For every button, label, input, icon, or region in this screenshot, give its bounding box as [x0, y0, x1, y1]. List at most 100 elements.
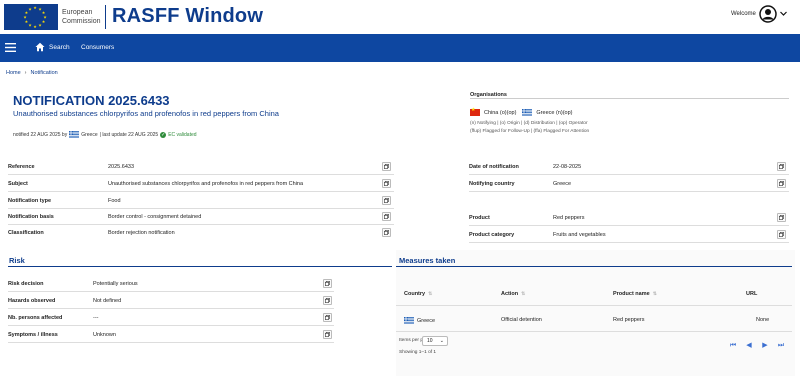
copy-button[interactable]: [382, 228, 391, 237]
copy-icon: [779, 164, 784, 169]
field-row-reference: Reference 2025.6433: [8, 159, 394, 175]
meta-update: | last update 22 AUG 2025: [99, 131, 159, 138]
country-value: Greece: [417, 317, 436, 324]
chevron-right-icon: ›: [24, 70, 27, 76]
field-value: Red peppers: [553, 214, 585, 221]
sort-icon: ⇅: [652, 290, 657, 297]
app-root: ★ ★ ★ ★ ★ ★ ★ ★ ★ ★ ★ ★ European Commission RASF…: [0, 0, 800, 376]
svg-text:★: ★: [33, 24, 37, 29]
column-header-label: URL: [746, 291, 758, 297]
copy-icon: [384, 181, 389, 186]
org-line1: European: [62, 9, 93, 16]
greece-flag-icon: [404, 317, 414, 324]
copy-button[interactable]: [382, 162, 391, 171]
column-header-action[interactable]: Action ⇅: [501, 291, 527, 297]
measures-section-title: Measures taken: [399, 256, 456, 265]
organisations-legend-flags: (ffup) Flagged for Follow-Up | (ffa) Fla…: [470, 129, 590, 134]
field-value: 22-08-2025: [553, 163, 582, 170]
table-cell-country: Greece: [404, 317, 435, 324]
sort-icon: ⇅: [521, 290, 526, 297]
nav-search-link[interactable]: Search: [49, 44, 70, 51]
field-label: Notification type: [8, 197, 52, 204]
field-row-subject: Subject Unauthorised substances chlorpyr…: [8, 176, 394, 192]
risk-row-symptoms: Symptoms / illness Unknown: [8, 327, 334, 343]
measures-panel: [396, 250, 795, 376]
column-header-country[interactable]: Country ⇅: [404, 291, 434, 297]
menu-icon[interactable]: [5, 43, 16, 52]
copy-icon: [384, 230, 389, 235]
field-label: Notifying country: [469, 180, 515, 187]
svg-text:★: ★: [38, 23, 42, 28]
first-page-icon[interactable]: ⏮: [729, 342, 737, 350]
copy-icon: [779, 215, 784, 220]
svg-text:★: ★: [28, 6, 32, 11]
column-header-product-name[interactable]: Product name ⇅: [613, 291, 659, 297]
field-row-notification-type: Notification type Food: [8, 193, 394, 209]
field-value: Greece: [553, 180, 572, 187]
copy-icon: [325, 315, 330, 320]
table-cell-product: Red peppers: [613, 317, 645, 323]
next-page-icon[interactable]: ▶: [761, 342, 769, 350]
copy-button[interactable]: [323, 313, 332, 322]
breadcrumb-home[interactable]: Home: [6, 70, 21, 76]
organisations-divider: [470, 98, 789, 99]
measures-section-divider: [396, 266, 792, 267]
copy-button[interactable]: [323, 330, 332, 339]
field-value: Potentially serious: [93, 280, 138, 287]
copy-button[interactable]: [382, 179, 391, 188]
previous-page-icon[interactable]: ◀: [745, 342, 753, 350]
main-navbar: Search Consumers: [0, 34, 800, 62]
chevron-down-icon[interactable]: [779, 9, 788, 18]
risk-row-persons-affected: Nb. persons affected ---: [8, 310, 334, 326]
copy-button[interactable]: [777, 230, 786, 239]
risk-row-hazards: Hazards observed Not defined: [8, 293, 334, 309]
meta-country: Greece: [81, 131, 98, 138]
copy-button[interactable]: [323, 279, 332, 288]
greece-flag-icon: [69, 131, 80, 138]
field-value: 2025.6433: [108, 163, 134, 170]
field-value: Border rejection notification: [108, 230, 175, 236]
copy-icon: [779, 181, 784, 186]
copy-button[interactable]: [323, 296, 332, 305]
field-value: Fruits and vegetables: [553, 231, 606, 238]
items-per-page-value: 10: [427, 338, 433, 344]
copy-button[interactable]: [777, 179, 786, 188]
field-label: Product: [469, 214, 490, 221]
copy-icon: [325, 281, 330, 286]
risk-section-divider: [8, 266, 392, 267]
org-item-china: China (o)(op): [484, 109, 517, 116]
field-row-product-category: Product category Fruits and vegetables: [469, 227, 789, 243]
field-label: Nb. persons affected: [8, 314, 63, 321]
app-title[interactable]: RASFF Window: [112, 5, 263, 28]
field-label: Product category: [469, 231, 515, 238]
breadcrumb-notification[interactable]: Notification: [31, 70, 58, 76]
column-header-url: URL: [746, 291, 757, 297]
home-icon[interactable]: [35, 42, 45, 52]
top-header: ★ ★ ★ ★ ★ ★ ★ ★ ★ ★ ★ ★ European Commission RASF…: [0, 0, 800, 34]
column-header-label: Product name: [613, 291, 650, 297]
copy-button[interactable]: [777, 213, 786, 222]
field-value: Unauthorised substances chlorpyrifos and…: [108, 180, 304, 187]
copy-button[interactable]: [777, 162, 786, 171]
copy-button[interactable]: [382, 212, 391, 221]
meta-notified: notified 22 AUG 2025 by: [13, 131, 68, 138]
check-circle-icon: ✓: [160, 131, 167, 138]
user-avatar-icon[interactable]: [759, 5, 777, 23]
sort-icon: ⇅: [428, 290, 433, 297]
nav-consumers-link[interactable]: Consumers: [81, 44, 114, 51]
eu-stars-icon: ★ ★★ ★★★ ★★★ ★★★: [23, 5, 47, 29]
field-value: Not defined: [93, 297, 122, 304]
table-cell-url: None: [756, 317, 770, 323]
last-page-icon[interactable]: ⏭: [777, 342, 785, 350]
org-item-greece: Greece (n)(op): [536, 109, 573, 116]
svg-text:★: ★: [23, 15, 27, 20]
field-row-notification-basis: Notification basis Border control - cons…: [8, 209, 394, 225]
svg-text:★: ★: [33, 5, 37, 10]
copy-icon: [325, 332, 330, 337]
copy-button[interactable]: [382, 196, 391, 205]
organisations-legend: (n) Notifying | (o) Origin | (d) Distrib…: [470, 121, 588, 126]
items-per-page-select[interactable]: 10 ⌄: [422, 336, 448, 346]
field-row-product: Product Red peppers: [469, 210, 789, 226]
brand-divider: [105, 5, 106, 29]
table-row-divider: [396, 331, 792, 332]
